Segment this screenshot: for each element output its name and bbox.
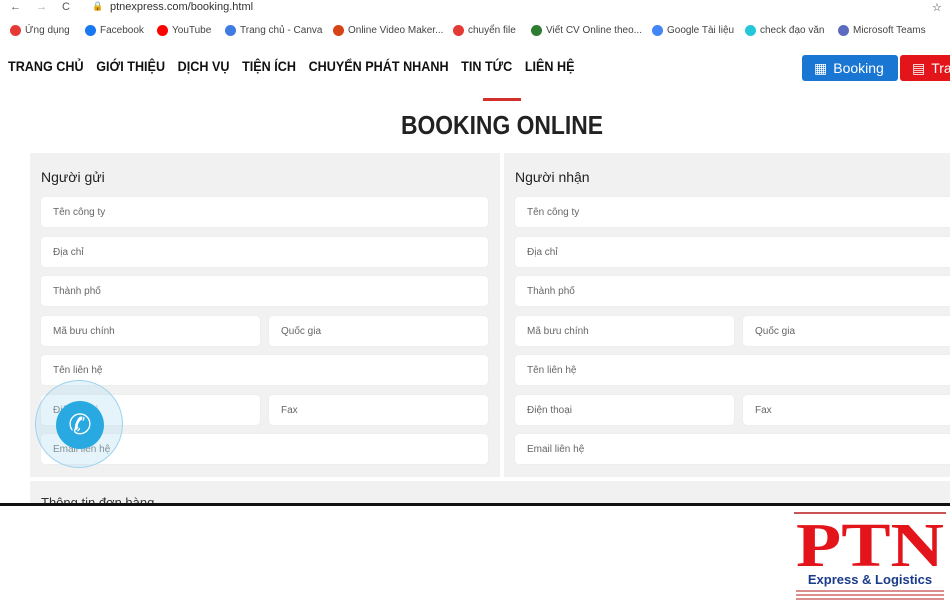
receiver-company-input[interactable]: Tên công ty [515, 197, 950, 227]
sender-title: Người gửi [41, 169, 105, 185]
bookmark-label: chuyển file [468, 25, 516, 36]
nav-item[interactable]: TIỆN ÍCH [242, 58, 296, 74]
order-info-title: Thông tin đơn hàng [41, 495, 155, 503]
back-icon[interactable]: ← [10, 1, 21, 13]
sender-fax-input[interactable]: Fax [269, 394, 488, 425]
order-info-panel: Thông tin đơn hàng [30, 481, 950, 503]
receiver-email-input[interactable]: Email liên hệ [515, 434, 950, 464]
bookmark-item[interactable]: Online Video Maker... [333, 25, 443, 36]
bookmark-label: Facebook [100, 25, 144, 36]
receiver-address-input[interactable]: Địa chỉ [515, 236, 950, 267]
sender-country-input[interactable]: Quốc gia [269, 315, 488, 346]
nav-item[interactable]: CHUYỂN PHÁT NHANH [309, 58, 449, 74]
booking-button[interactable]: ▦ Booking [802, 55, 898, 81]
nav-item[interactable]: GIỚI THIỆU [96, 58, 165, 74]
bookmark-label: check đạo văn [760, 25, 825, 36]
bookmark-label: YouTube [172, 25, 212, 36]
bookmark-item[interactable]: YouTube [157, 25, 211, 36]
bookmark-icon [85, 25, 96, 36]
sender-postal-input[interactable]: Mã bưu chính [41, 315, 260, 346]
bookmark-icon [652, 25, 663, 36]
bookmark-label: Trang chủ - Canva [240, 25, 323, 36]
sender-city-input[interactable]: Thành phố [41, 276, 488, 306]
bookmark-label: Viết CV Online theo... [546, 25, 642, 36]
receiver-city-input[interactable]: Thành phố [515, 276, 950, 306]
url-text[interactable]: ptnexpress.com/booking.html [110, 1, 253, 13]
sender-company-input[interactable]: Tên công ty [41, 197, 488, 227]
title-underline [483, 98, 521, 101]
bookmark-label: Online Video Maker... [348, 25, 444, 36]
main-nav: TRANG CHỦ GIỚI THIỆU DỊCH VỤ TIỆN ÍCH CHUYỂN… [8, 58, 575, 74]
svg-text:PTN: PTN [796, 512, 944, 580]
call-button[interactable]: ✆ [35, 380, 123, 468]
bookmark-icon [745, 25, 756, 36]
sender-contact-input[interactable]: Tên liên hệ [41, 355, 488, 385]
bookmark-icon [531, 25, 542, 36]
nav-item[interactable]: DỊCH VỤ [178, 58, 230, 74]
bookmark-label: Google Tài liệu [667, 25, 735, 36]
track-button[interactable]: ▤ Tra [900, 55, 950, 81]
bookmark-item[interactable]: Ứng dụng [10, 25, 70, 36]
bookmark-item[interactable]: Trang chủ - Canva [225, 25, 322, 36]
calendar-icon: ▦ [814, 59, 828, 76]
bookmark-icon [225, 25, 236, 36]
svg-text:Express & Logistics: Express & Logistics [808, 572, 932, 587]
bookmark-icon [333, 25, 344, 36]
nav-item[interactable]: LIÊN HỆ [525, 58, 575, 74]
bookmark-label: Microsoft Teams [853, 25, 926, 36]
bookmark-item[interactable]: Facebook [85, 25, 144, 36]
receiver-postal-input[interactable]: Mã bưu chính [515, 315, 734, 346]
phone-icon: ✆ [56, 401, 104, 449]
bookmark-icon [453, 25, 464, 36]
bookmark-label: Ứng dụng [25, 25, 70, 36]
receiver-phone-input[interactable]: Điện thoại [515, 394, 734, 425]
bookmark-item[interactable]: check đạo văn [745, 25, 825, 36]
forward-icon[interactable]: → [36, 1, 47, 13]
bookmark-item[interactable]: Google Tài liệu [652, 25, 734, 36]
bookmark-icon [10, 25, 21, 36]
receiver-panel: Người nhận Tên công ty Địa chỉ Thành phố Mã … [504, 153, 950, 477]
sender-address-input[interactable]: Địa chỉ [41, 236, 488, 267]
bookmark-item[interactable]: Viết CV Online theo... [531, 25, 642, 36]
nav-item[interactable]: TRANG CHỦ [8, 58, 84, 74]
nav-item[interactable]: TIN TỨC [461, 58, 512, 74]
ptn-logo: PTN Express & Logistics [794, 510, 946, 600]
receiver-contact-input[interactable]: Tên liên hệ [515, 355, 950, 385]
divider [0, 503, 950, 506]
bookmark-icon [157, 25, 168, 36]
bookmark-icon [838, 25, 849, 36]
receiver-fax-input[interactable]: Fax [743, 394, 950, 425]
receiver-title: Người nhận [515, 169, 590, 185]
lock-icon: 🔒 [92, 1, 104, 11]
reload-icon[interactable]: C [62, 1, 70, 13]
star-icon[interactable]: ☆ [932, 1, 942, 14]
bookmarks-bar: Ứng dụng Facebook YouTube Trang chủ - Canva… [0, 22, 950, 42]
bookmark-item[interactable]: chuyển file [453, 25, 516, 36]
bookmark-item[interactable]: Microsoft Teams [838, 25, 926, 36]
receiver-country-input[interactable]: Quốc gia [743, 315, 950, 346]
document-icon: ▤ [912, 59, 926, 76]
page-title: BOOKING ONLINE [400, 110, 604, 140]
address-bar[interactable]: ← → C 🔒 ptnexpress.com/booking.html ☆ [0, 0, 950, 16]
